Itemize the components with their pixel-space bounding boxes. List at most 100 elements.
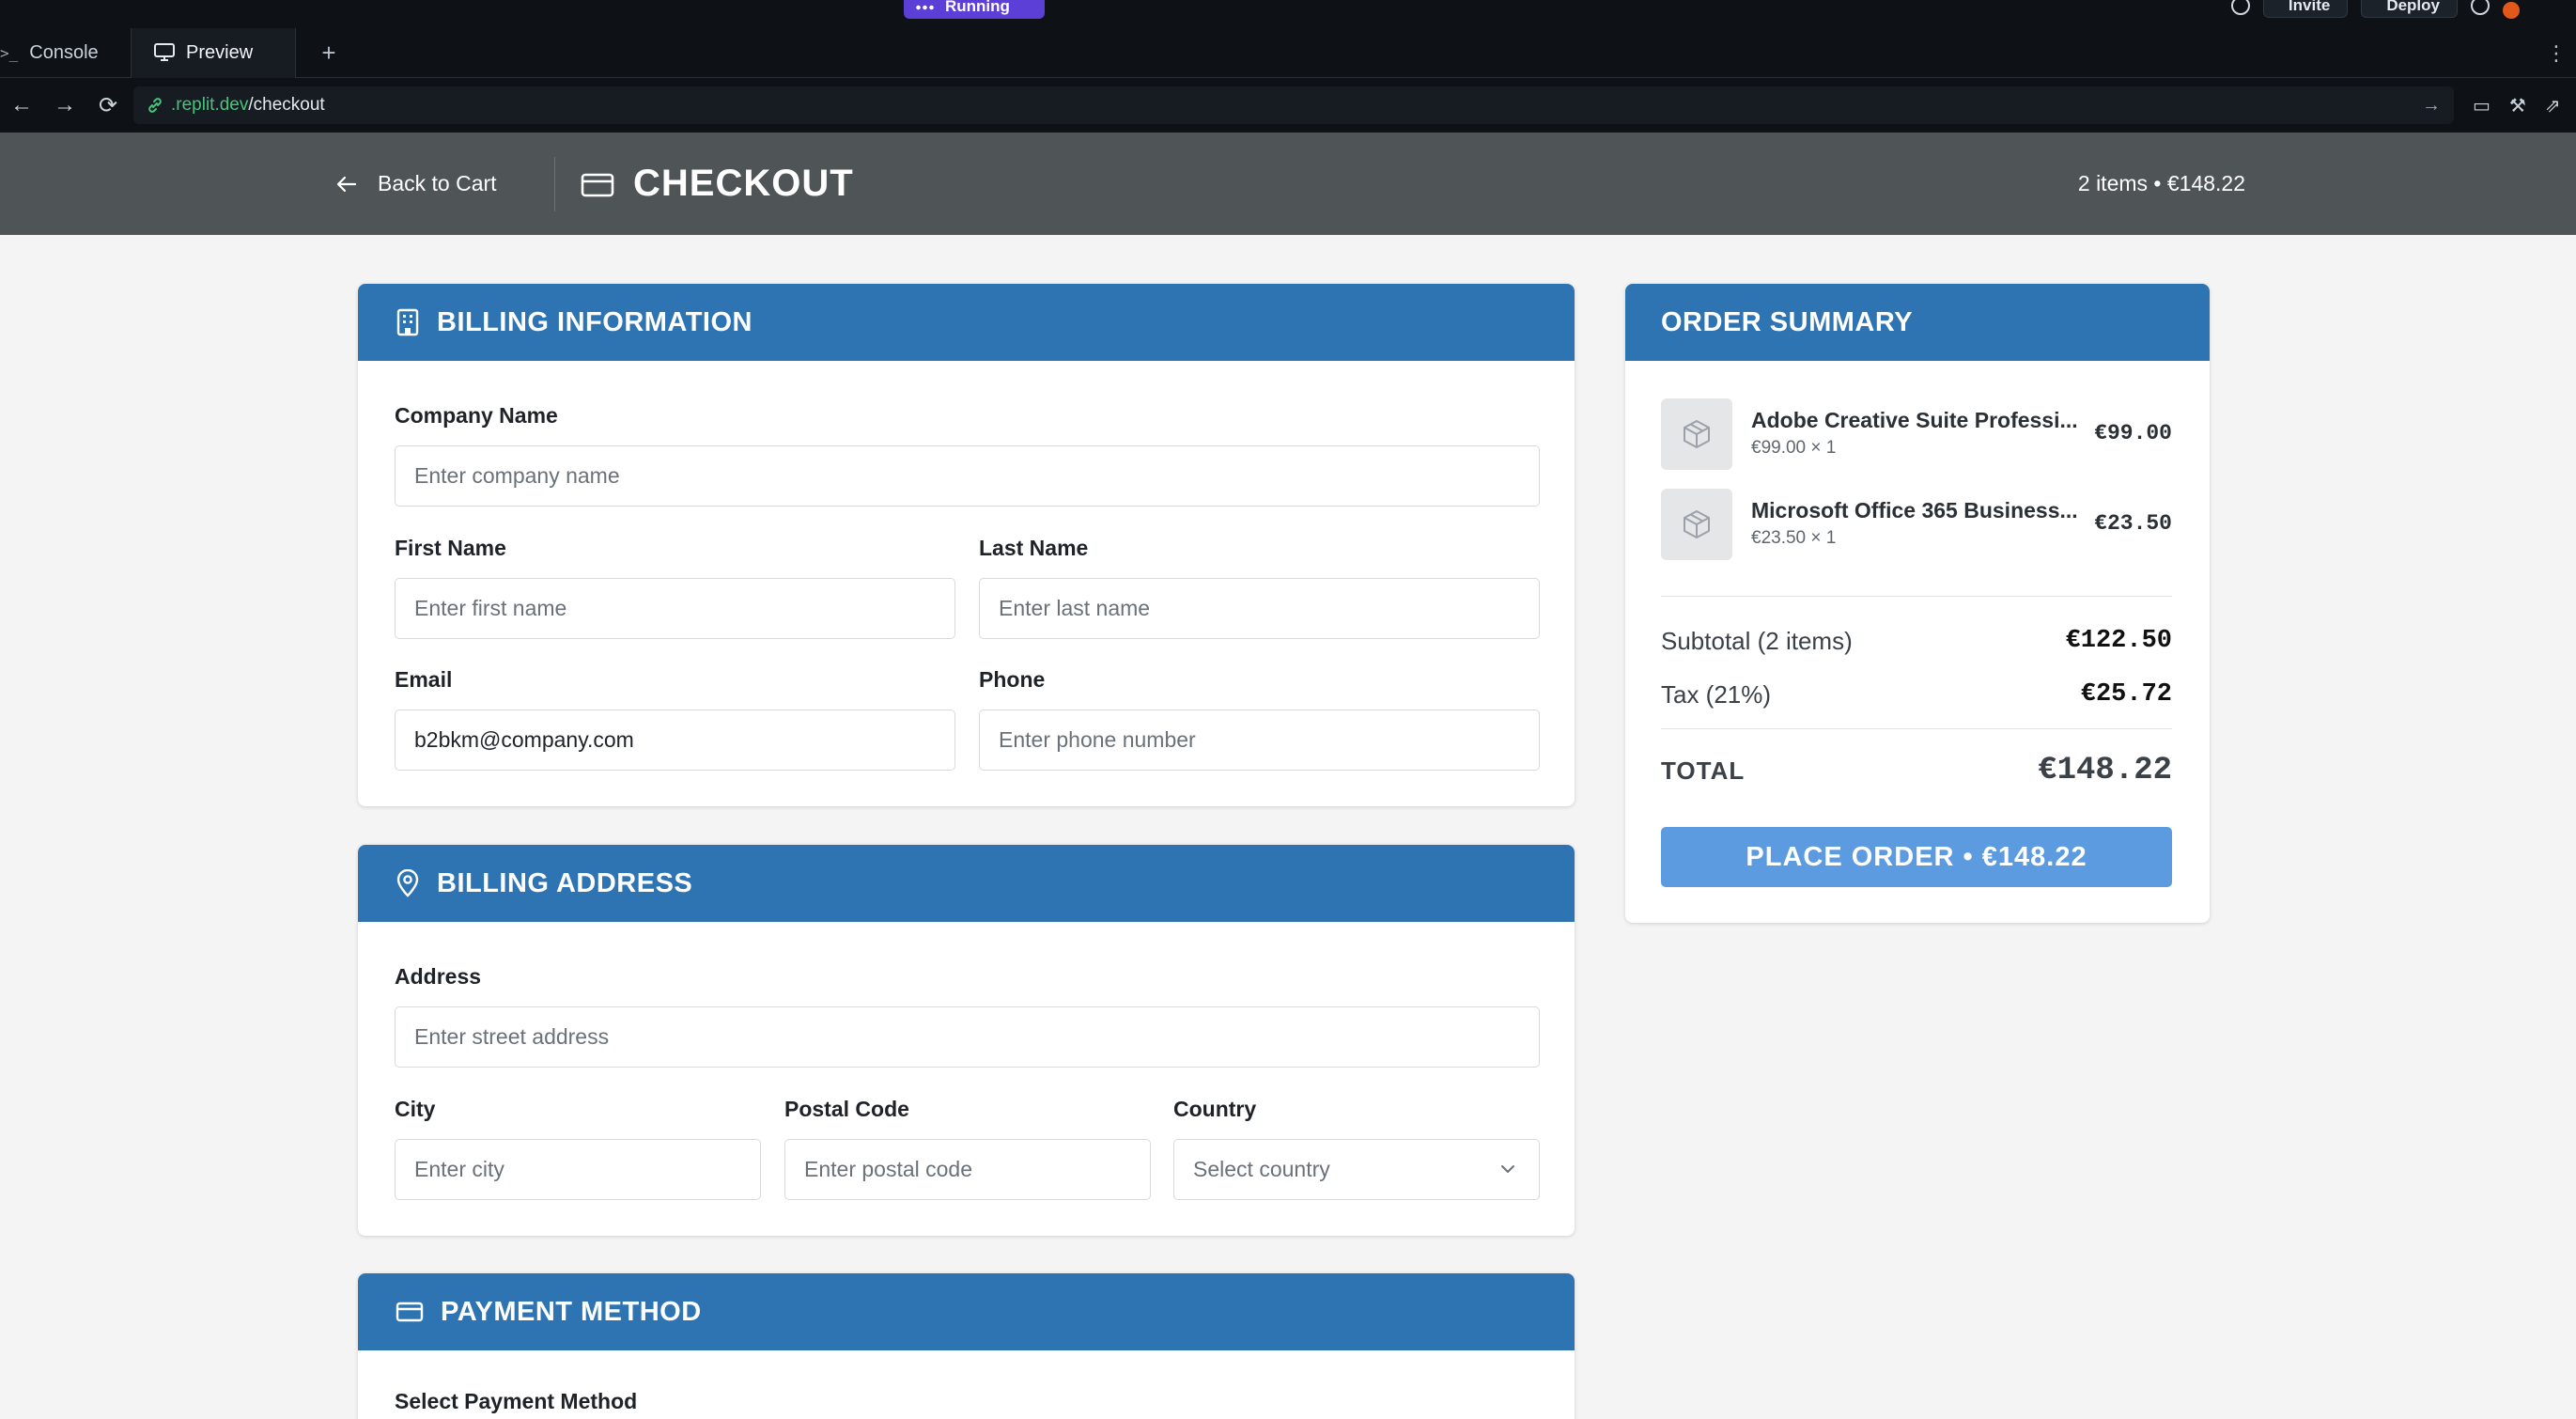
item-price: €23.50	[2094, 511, 2172, 536]
devices-icon[interactable]: ▭	[2473, 94, 2491, 117]
billing-address-card: BILLING ADDRESS Address Enter street add…	[358, 845, 1575, 1236]
run-status-label: Running	[945, 0, 1010, 15]
last-name-input[interactable]: Enter last name	[979, 578, 1540, 639]
credit-card-icon	[396, 1302, 424, 1322]
tab-preview-label: Preview	[186, 41, 254, 63]
email-field[interactable]: b2bkm@company.com	[395, 710, 955, 771]
reload-icon[interactable]: ⟳	[86, 92, 130, 119]
payment-method-card: PAYMENT METHOD Select Payment Method	[358, 1273, 1575, 1419]
url-tools: ▭ ⚒ ⇗	[2473, 94, 2561, 117]
run-status-icon	[915, 2, 936, 11]
country-label: Country	[1173, 1097, 1257, 1121]
monitor-icon	[154, 43, 175, 61]
place-order-button[interactable]: PLACE ORDER • €148.22	[1661, 827, 2172, 887]
first-name-label: First Name	[395, 536, 506, 560]
credit-card-icon	[581, 173, 614, 196]
city-input[interactable]: Enter city	[395, 1139, 761, 1200]
tax-row: Tax (21%) €25.72	[1661, 676, 2172, 713]
billing-information-header: BILLING INFORMATION	[358, 284, 1575, 361]
product-thumbnail	[1661, 489, 1732, 560]
tax-value: €25.72	[2080, 680, 2172, 709]
order-summary-title: ORDER SUMMARY	[1661, 306, 1914, 337]
product-thumbnail	[1661, 398, 1732, 470]
country-selected-value: Select country	[1193, 1157, 1330, 1181]
billing-address-header: BILLING ADDRESS	[358, 845, 1575, 922]
phone-label: Phone	[979, 667, 1046, 692]
ide-top-actions: Invite Deploy	[2230, 0, 2520, 19]
address-label: Address	[395, 964, 482, 989]
run-status-button[interactable]: Running	[904, 0, 1045, 19]
page-title: CHECKOUT	[633, 163, 854, 204]
phone-input[interactable]: Enter phone number	[979, 710, 1540, 771]
wrench-icon[interactable]: ⚒	[2509, 94, 2526, 117]
item-price: €99.00	[2094, 421, 2172, 445]
more-icon[interactable]: ⋮	[2546, 28, 2567, 78]
deploy-button[interactable]: Deploy	[2361, 0, 2458, 18]
tax-label: Tax (21%)	[1661, 679, 1772, 709]
tab-console-label: Console	[29, 41, 99, 63]
subtotal-value: €122.50	[2065, 627, 2172, 655]
list-item: Adobe Creative Suite Professi... €99.00 …	[1661, 398, 2172, 470]
list-item: Microsoft Office 365 Business... €23.50 …	[1661, 489, 2172, 560]
external-link-icon[interactable]: ⇗	[2545, 94, 2561, 117]
page-title-group: CHECKOUT	[581, 133, 854, 235]
url-path: /checkout	[248, 95, 325, 115]
back-to-cart-link[interactable]: Back to Cart	[336, 133, 497, 235]
add-tab-button[interactable]: +	[296, 28, 362, 78]
url-bar: ← → ⟳ .replit.dev/checkout → ▭ ⚒ ⇗	[0, 78, 2576, 133]
total-label: TOTAL	[1661, 756, 1746, 785]
arrow-left-icon	[336, 176, 357, 192]
payment-method-title: PAYMENT METHOD	[441, 1296, 702, 1327]
billing-information-title: BILLING INFORMATION	[437, 306, 753, 337]
item-quantity: €23.50 × 1	[1751, 528, 1837, 548]
last-name-label: Last Name	[979, 536, 1089, 560]
country-select[interactable]: Select country	[1173, 1139, 1540, 1200]
item-name: Adobe Creative Suite Professi...	[1751, 408, 2078, 432]
divider	[1661, 728, 2172, 729]
invite-button[interactable]: Invite	[2262, 0, 2349, 18]
postal-code-label: Postal Code	[784, 1097, 909, 1121]
billing-information-card: BILLING INFORMATION Company Name Enter c…	[358, 284, 1575, 806]
postal-code-input[interactable]: Enter postal code	[784, 1139, 1151, 1200]
forward-arrow-icon[interactable]: →	[43, 92, 86, 118]
search-icon[interactable]	[2230, 0, 2250, 15]
back-to-cart-label: Back to Cart	[378, 171, 497, 195]
url-input[interactable]: .replit.dev/checkout →	[133, 86, 2454, 124]
billing-address-title: BILLING ADDRESS	[437, 867, 693, 898]
order-summary-card: ORDER SUMMARY Adobe Creative Suite Profe…	[1625, 284, 2210, 923]
building-icon	[396, 308, 419, 336]
tab-preview[interactable]: Preview	[132, 27, 296, 78]
subtotal-label: Subtotal (2 items)	[1661, 626, 1853, 655]
first-name-input[interactable]: Enter first name	[395, 578, 955, 639]
back-arrow-icon[interactable]: ←	[0, 92, 43, 118]
link-icon	[148, 98, 162, 113]
subtotal-row: Subtotal (2 items) €122.50	[1661, 622, 2172, 660]
select-payment-method-label: Select Payment Method	[395, 1389, 638, 1413]
address-input[interactable]: Enter street address	[395, 1006, 1540, 1068]
header-divider	[554, 157, 555, 211]
company-name-label: Company Name	[395, 403, 558, 428]
bell-icon[interactable]	[2471, 0, 2490, 15]
map-pin-icon	[396, 869, 419, 897]
package-icon	[1684, 420, 1710, 448]
deploy-label: Deploy	[2386, 0, 2440, 14]
ide-top-bar: Running Invite Deploy	[0, 0, 2576, 28]
company-name-input[interactable]: Enter company name	[395, 445, 1540, 507]
divider	[1661, 596, 2172, 597]
invite-label: Invite	[2288, 0, 2331, 14]
city-label: City	[395, 1097, 436, 1121]
total-row: TOTAL €148.22	[1661, 747, 2172, 794]
item-quantity: €99.00 × 1	[1751, 438, 1837, 458]
avatar[interactable]	[2503, 2, 2520, 19]
package-icon	[1684, 510, 1710, 538]
tab-console[interactable]: >_ Console	[0, 27, 132, 78]
payment-method-header: PAYMENT METHOD	[358, 1273, 1575, 1350]
checkout-header: Back to Cart CHECKOUT 2 items • €148.22	[0, 133, 2576, 235]
email-label: Email	[395, 667, 453, 692]
total-value: €148.22	[2038, 753, 2172, 788]
order-summary-header: ORDER SUMMARY	[1625, 284, 2210, 361]
go-arrow-icon[interactable]: →	[2422, 95, 2441, 117]
terminal-icon: >_	[0, 43, 19, 62]
url-host: .replit.dev	[171, 95, 249, 115]
ide-tab-bar: >_ Console Preview + ⋮	[0, 27, 2576, 78]
